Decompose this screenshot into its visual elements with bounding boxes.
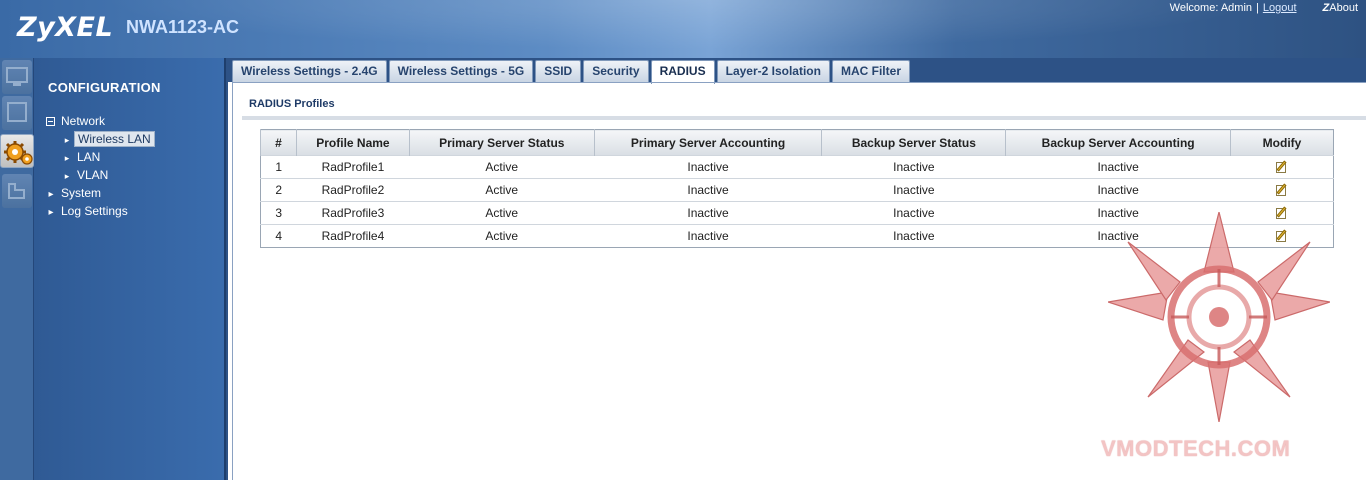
column-header[interactable]: Primary Server Accounting [593,129,822,156]
cell-profile-name: RadProfile3 [296,201,410,225]
column-header[interactable]: Modify [1230,129,1334,156]
watermark-text: VMODTECH.COM [1101,436,1291,461]
logout-link[interactable]: Logout [1263,2,1297,14]
welcome-text: Welcome: Admin [1169,2,1252,14]
tab-wireless-settings-5g[interactable]: Wireless Settings - 5G [388,60,534,82]
cell-backup-status: Inactive [821,201,1006,225]
cell-num: 2 [260,178,297,202]
configuration-icon[interactable] [0,134,34,168]
maintenance-icon[interactable] [2,174,32,208]
nav-item-wireless-lan[interactable]: ▸ Wireless LAN [44,130,155,148]
tab-radius[interactable]: RADIUS [650,60,715,84]
cell-backup-accounting: Inactive [1005,178,1231,202]
nav-item-lan[interactable]: ▸ LAN [44,148,155,166]
nav-item-label: Wireless LAN [74,131,155,147]
cell-modify [1230,155,1334,179]
cell-backup-accounting: Inactive [1005,155,1231,179]
tab-bar: Wireless Settings - 2.4G Wireless Settin… [228,58,1366,84]
nav-item-label: System [61,186,102,200]
arrow-right-icon: ▸ [64,153,70,163]
device-model: NWA1123-AC [126,17,240,37]
tab-ssid[interactable]: SSID [535,60,582,82]
cell-num: 1 [260,155,297,179]
nav-item-log-settings[interactable]: ▸ Log Settings [44,202,155,220]
column-header[interactable]: Primary Server Status [408,129,595,156]
cell-primary-accounting: Inactive [594,224,822,248]
watermark-logo-icon [1108,212,1330,422]
cell-modify [1230,178,1334,202]
arrow-right-icon: ▸ [64,171,70,181]
top-header: ZyXEL NWA1123-AC Welcome: Admin | Logout… [0,0,1366,58]
navigation-panel: CONFIGURATION Network ▸ Wireless LAN ▸ LAN… [34,58,226,480]
column-header[interactable]: Profile Name [295,129,410,156]
nav-item-vlan[interactable]: ▸ VLAN [44,166,155,184]
tab-mac-filter[interactable]: MAC Filter [831,60,910,82]
arrow-right-icon: ▸ [64,135,70,145]
tab-wireless-settings-24g[interactable]: Wireless Settings - 2.4G [232,60,387,82]
about-label: About [1329,2,1358,14]
about-link[interactable]: ZAbout [1323,2,1358,14]
edit-icon[interactable] [1275,160,1289,174]
dashboard-icon[interactable] [2,96,32,130]
brand-logo: ZyXEL [17,12,114,43]
panel-icon-strip [0,58,34,480]
nav-item-network[interactable]: Network [44,112,155,130]
nav-tree: Network ▸ Wireless LAN ▸ LAN ▸ VLAN ▸ System… [44,112,155,220]
cell-backup-status: Inactive [821,224,1006,248]
cell-profile-name: RadProfile4 [296,224,410,248]
separator: | [1256,2,1259,14]
edit-icon[interactable] [1275,183,1289,197]
cell-num: 3 [260,201,297,225]
nav-item-label: Log Settings [61,204,128,218]
table-row[interactable]: 2 RadProfile2 Active Inactive Inactive I… [260,178,1334,202]
cell-primary-status: Active [409,201,595,225]
user-bar: Welcome: Admin | Logout ZAbout [1170,2,1358,14]
nav-item-label: Network [61,114,106,128]
nav-item-label: LAN [77,150,101,164]
cell-primary-accounting: Inactive [594,201,822,225]
column-header[interactable]: Backup Server Accounting [1005,129,1231,156]
cell-primary-status: Active [409,224,595,248]
collapse-icon[interactable] [46,117,55,126]
column-header[interactable]: Backup Server Status [821,129,1006,156]
table-header-row: # Profile Name Primary Server Status Pri… [260,129,1334,156]
cell-profile-name: RadProfile1 [296,155,410,179]
tab-layer2-isolation[interactable]: Layer-2 Isolation [716,60,830,82]
monitor-icon[interactable] [2,60,32,94]
nav-title: CONFIGURATION [48,80,161,95]
nav-item-label: VLAN [77,168,109,182]
arrow-right-icon: ▸ [48,207,54,218]
cell-primary-status: Active [409,178,595,202]
cell-primary-accounting: Inactive [594,178,822,202]
table-row[interactable]: 1 RadProfile1 Active Inactive Inactive I… [260,155,1334,179]
section-title: RADIUS Profiles [249,98,335,110]
cell-profile-name: RadProfile2 [296,178,410,202]
cell-backup-status: Inactive [821,155,1006,179]
cell-primary-accounting: Inactive [594,155,822,179]
section-divider [242,116,1366,120]
cell-num: 4 [260,224,297,248]
column-header[interactable]: # [260,129,297,156]
cell-primary-status: Active [409,155,595,179]
nav-item-system[interactable]: ▸ System [44,184,155,202]
cell-backup-status: Inactive [821,178,1006,202]
tab-security[interactable]: Security [583,60,649,82]
